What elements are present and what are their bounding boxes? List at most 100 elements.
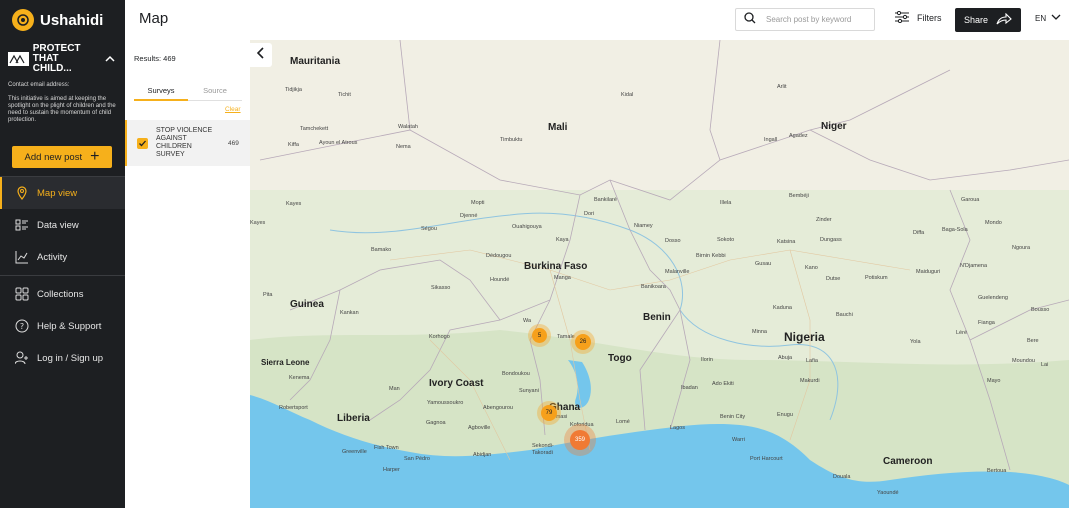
chevron-up-icon[interactable] bbox=[103, 52, 117, 66]
map-label-city: Minna bbox=[752, 329, 767, 335]
map-label-city: Arlit bbox=[777, 84, 787, 90]
map-label-city: Lagos bbox=[670, 425, 685, 431]
filter-panel: Results: 469 Surveys Source Clear STOP V… bbox=[125, 40, 250, 508]
map-label-city: Kaya bbox=[556, 237, 569, 243]
results-count: Results: 469 bbox=[134, 54, 176, 63]
map-label-city: Birnin Kebbi bbox=[696, 253, 726, 259]
app-root: Ushahidi PROTECT THAT CHILD... Contact e… bbox=[0, 0, 1069, 508]
search-box[interactable] bbox=[735, 8, 875, 31]
map-label-city: Sokoto bbox=[717, 237, 735, 243]
map-label-city: Potiskum bbox=[865, 275, 888, 281]
share-button[interactable]: Share bbox=[955, 8, 1021, 32]
nav-label: Collections bbox=[37, 288, 84, 300]
add-post-label: Add new post bbox=[24, 151, 83, 163]
map-label-city: Manga bbox=[554, 275, 571, 281]
survey-name: STOP VIOLENCE AGAINST CHILDREN SURVEY bbox=[156, 127, 213, 158]
map-label-country: Benin bbox=[643, 312, 671, 323]
map-label-city: Dutse bbox=[826, 276, 841, 282]
nav-activity[interactable]: Activity bbox=[0, 241, 125, 273]
map-label-city: Kidal bbox=[621, 92, 634, 98]
map-label-country: Mali bbox=[548, 122, 568, 133]
map-label-city: Sikasso bbox=[431, 285, 451, 291]
map-view[interactable]: Mauritania Mali Niger Burkina Faso Guine… bbox=[250, 40, 1069, 508]
map-basemap bbox=[250, 40, 1069, 508]
map-label-city: Lafia bbox=[806, 358, 818, 364]
ushahidi-logo-icon bbox=[12, 9, 34, 31]
sidebar: Ushahidi PROTECT THAT CHILD... Contact e… bbox=[0, 0, 125, 508]
map-label-city: Zinder bbox=[816, 217, 832, 223]
map-label-city: Ouahigouya bbox=[512, 224, 542, 230]
brand[interactable]: Ushahidi bbox=[0, 0, 125, 40]
map-label-city: Illela bbox=[720, 200, 732, 206]
map-label-city: Bondoukou bbox=[502, 371, 530, 377]
cluster-marker[interactable]: 79 bbox=[541, 405, 557, 421]
language-select[interactable]: EN bbox=[1035, 13, 1061, 23]
map-label-city: Guelendeng bbox=[978, 295, 1008, 301]
map-label-city: Bembéji bbox=[789, 193, 809, 199]
map-label-city: Abuja bbox=[778, 355, 793, 361]
tab-source[interactable]: Source bbox=[188, 86, 242, 101]
map-label-city: Mondo bbox=[985, 220, 1002, 226]
collapse-panel-button[interactable] bbox=[250, 43, 272, 67]
map-label-city: Agadez bbox=[789, 133, 808, 139]
map-label-city: Sunyani bbox=[519, 388, 539, 394]
cluster-marker[interactable]: 26 bbox=[575, 334, 591, 350]
map-label-city: Mopti bbox=[471, 200, 485, 206]
map-label-country: Guinea bbox=[290, 299, 324, 310]
map-label-city: Maiduguri bbox=[916, 269, 941, 275]
map-label-city: Lai bbox=[1041, 362, 1049, 368]
map-label-city: Tidjikja bbox=[285, 87, 302, 93]
chevron-left-icon bbox=[256, 46, 265, 64]
map-label-country: Nigeria bbox=[784, 330, 825, 344]
map-label-city: Abengourou bbox=[483, 405, 513, 411]
svg-text:?: ? bbox=[20, 322, 24, 331]
map-label-city: Kaduna bbox=[773, 305, 792, 311]
plus-icon: + bbox=[90, 148, 100, 165]
map-label-city: Nema bbox=[396, 144, 411, 150]
search-input[interactable] bbox=[766, 15, 871, 24]
map-label-city: Kankan bbox=[340, 310, 359, 316]
cluster-marker[interactable]: 5 bbox=[532, 328, 547, 343]
nav-login-signup[interactable]: Log in / Sign up bbox=[0, 342, 125, 374]
map-label-city: Makurdi bbox=[800, 378, 820, 384]
deployment-description: This initiative is aimed at keeping the … bbox=[8, 96, 116, 123]
nav-collections[interactable]: Collections bbox=[0, 278, 125, 310]
map-label-city: Enugu bbox=[777, 412, 793, 418]
filters-label: Filters bbox=[917, 13, 942, 23]
cluster-marker[interactable]: 359 bbox=[570, 430, 590, 450]
nav-map-view[interactable]: Map view bbox=[0, 177, 125, 209]
map-label-city: Ingall bbox=[764, 137, 778, 143]
survey-checkbox[interactable] bbox=[137, 137, 148, 149]
map-label-city: Kenema bbox=[289, 375, 310, 381]
map-label-city: Houndé bbox=[490, 277, 510, 283]
map-label-city: Sekondi-Takoradi bbox=[532, 443, 554, 456]
filters-button[interactable]: Filters bbox=[895, 10, 942, 25]
map-label-city: Port Harcourt bbox=[750, 456, 783, 462]
brand-name: Ushahidi bbox=[40, 11, 104, 29]
map-label-city: Yaoundé bbox=[877, 490, 899, 496]
tab-surveys[interactable]: Surveys bbox=[134, 86, 188, 101]
map-label-city: Bauchi bbox=[836, 312, 853, 318]
deployment-title: PROTECT THAT CHILD... bbox=[32, 43, 81, 74]
map-label-city: Abidjan bbox=[473, 452, 492, 458]
list-icon bbox=[15, 218, 29, 232]
map-label-city: Garoua bbox=[961, 197, 980, 203]
map-label-city: Katsina bbox=[777, 239, 796, 245]
map-label-city: Kano bbox=[805, 265, 818, 271]
add-post-button[interactable]: Add new post + bbox=[12, 146, 112, 168]
nav-help-support[interactable]: ? Help & Support bbox=[0, 310, 125, 342]
map-label-country: Ivory Coast bbox=[429, 378, 484, 389]
deployment-info: PROTECT THAT CHILD... Contact email addr… bbox=[0, 40, 125, 124]
share-label: Share bbox=[963, 15, 989, 25]
map-label-city: Kiffa bbox=[288, 142, 299, 148]
map-label-country: Mauritania bbox=[290, 56, 341, 67]
map-label-city: Dori bbox=[584, 211, 595, 217]
survey-item[interactable]: STOP VIOLENCE AGAINST CHILDREN SURVEY 46… bbox=[125, 120, 250, 166]
clear-link[interactable]: Clear bbox=[225, 106, 241, 113]
nav-data-view[interactable]: Data view bbox=[0, 209, 125, 241]
map-label-city: Djenné bbox=[460, 213, 478, 219]
map-label-city: Bere bbox=[1027, 338, 1039, 344]
map-label-city: Ado Ekiti bbox=[712, 381, 734, 387]
map-label-city: Moundou bbox=[1012, 358, 1035, 364]
filters-icon bbox=[895, 10, 909, 25]
